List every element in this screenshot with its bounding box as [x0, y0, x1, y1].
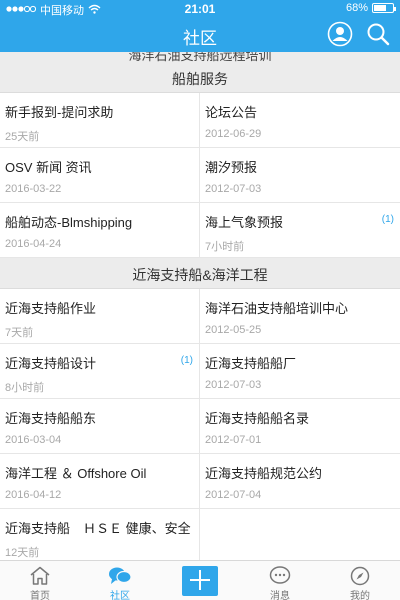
forum-item-time: 7天前: [5, 327, 34, 339]
forum-item-name: 近海支持船船名录: [205, 411, 310, 426]
forum-item-time: 2016-03-04: [5, 434, 62, 446]
status-right: 68%: [345, 2, 396, 14]
forum-item-time: 25天前: [5, 131, 40, 143]
forum-item[interactable]: OSV 新闻 资讯 2016-03-22: [0, 148, 200, 203]
forum-item[interactable]: 海洋工程 ＆ Offshore Oil 2016-04-12: [0, 454, 200, 509]
compass-icon: [350, 566, 370, 585]
forum-item-time: 2012-07-01: [205, 434, 262, 446]
tab-label: 消息: [270, 591, 290, 600]
forum-grid: 近海支持船作业 7天前 海洋石油支持船培训中心 2012-05-25 近海支持船…: [0, 289, 400, 560]
forum-item[interactable]: 海洋石油支持船培训中心 2012-05-25: [200, 289, 400, 344]
section-header: 近海支持船&海洋工程: [0, 262, 400, 289]
forum-item-name: 近海支持船船东: [5, 411, 97, 426]
forum-item[interactable]: 近海支持船 ＨＳＥ 健康、安全 12天前: [0, 509, 200, 560]
tab-label: 我的: [350, 591, 370, 600]
tab-messages[interactable]: 消息: [240, 561, 320, 600]
forum-item-time: 2016-04-12: [5, 489, 62, 501]
status-time: 21:01: [184, 2, 216, 16]
search-icon: [366, 22, 390, 51]
section-header-partial: 海洋石油支持船远程培训: [0, 52, 400, 66]
forum-item-time: 2012-05-25: [205, 324, 262, 336]
forum-item[interactable]: 近海支持船船东 2016-03-04: [0, 399, 200, 454]
forum-item-time: 2012-07-03: [205, 379, 262, 391]
user-button[interactable]: [326, 21, 354, 52]
forum-item-name: 近海支持船设计: [5, 356, 97, 371]
forum-item-time: 7小时前: [205, 241, 245, 253]
forum-item-time: 2012-07-03: [205, 183, 262, 195]
forum-item[interactable]: 近海支持船船名录 2012-07-01: [200, 399, 400, 454]
forum-item[interactable]: 海上气象预报 7小时前 (1): [200, 203, 400, 258]
tab-home[interactable]: 首页: [0, 561, 80, 600]
forum-item-name: 船舶动态-Blmshipping: [5, 215, 133, 230]
forum-item-name: 近海支持船 ＨＳＥ 健康、安全: [5, 521, 191, 536]
forum-item[interactable]: 潮汐预报 2012-07-03: [200, 148, 400, 203]
forum-item[interactable]: 近海支持船作业 7天前: [0, 289, 200, 344]
forum-item-name: 潮汐预报: [205, 160, 258, 175]
battery-percent: 68%: [345, 2, 368, 14]
user-icon: [327, 21, 353, 52]
forum-item-time: 8小时前: [5, 382, 45, 394]
forum-item-name: 海洋石油支持船培训中心: [205, 301, 349, 316]
forum-item-time: 12天前: [5, 547, 40, 559]
forum-item[interactable]: 近海支持船规范公约 2012-07-04: [200, 454, 400, 509]
forum-item-time: 2016-04-24: [5, 238, 62, 250]
bottom-tab-bar: 首页 社区 消息 我的: [0, 560, 400, 600]
new-post-badge: (1): [180, 355, 193, 366]
forum-item-name: 论坛公告: [205, 105, 258, 120]
tab-new-post[interactable]: [160, 561, 240, 600]
status-bar: 中国移动 21:01 68%: [0, 0, 400, 18]
app-header: 社区: [0, 18, 400, 52]
forum-item-name: 新手报到-提问求助: [5, 105, 114, 120]
forum-item-name: 近海支持船作业: [5, 301, 97, 316]
forum-item-empty: [200, 509, 400, 560]
chat-bubble-icon: [108, 566, 132, 585]
tab-mine[interactable]: 我的: [320, 561, 400, 600]
battery-icon: [372, 3, 396, 13]
new-post-button[interactable]: [182, 566, 218, 596]
forum-item-time: 2016-03-22: [5, 183, 62, 195]
forum-item-name: 近海支持船规范公约: [205, 466, 323, 481]
search-button[interactable]: [364, 22, 392, 50]
forum-item-name: 海上气象预报: [205, 215, 284, 230]
plus-icon: [190, 569, 210, 593]
forum-item-time: 2012-06-29: [205, 128, 262, 140]
forum-item[interactable]: 论坛公告 2012-06-29: [200, 93, 400, 148]
forum-item-name: 近海支持船船厂: [205, 356, 297, 371]
forum-list[interactable]: 海洋石油支持船远程培训 船舶服务 新手报到-提问求助 25天前 论坛公告 201…: [0, 52, 400, 560]
forum-item[interactable]: 近海支持船设计 8小时前 (1): [0, 344, 200, 399]
forum-item-time: 2012-07-04: [205, 489, 262, 501]
forum-item[interactable]: 近海支持船船厂 2012-07-03: [200, 344, 400, 399]
forum-grid: 新手报到-提问求助 25天前 论坛公告 2012-06-29 OSV 新闻 资讯…: [0, 93, 400, 258]
forum-item-name: 海洋工程 ＆ Offshore Oil: [5, 466, 147, 481]
message-icon: [269, 566, 291, 585]
tab-community[interactable]: 社区: [80, 561, 160, 600]
section-header: 船舶服务: [0, 66, 400, 93]
home-icon: [29, 566, 51, 585]
tab-label: 社区: [110, 591, 130, 600]
forum-item[interactable]: 船舶动态-Blmshipping 2016-04-24: [0, 203, 200, 258]
forum-item-name: OSV 新闻 资讯: [5, 160, 92, 175]
forum-item[interactable]: 新手报到-提问求助 25天前: [0, 93, 200, 148]
tab-label: 首页: [30, 591, 50, 600]
new-post-badge: (1): [381, 214, 394, 225]
battery-fill: [374, 5, 386, 11]
